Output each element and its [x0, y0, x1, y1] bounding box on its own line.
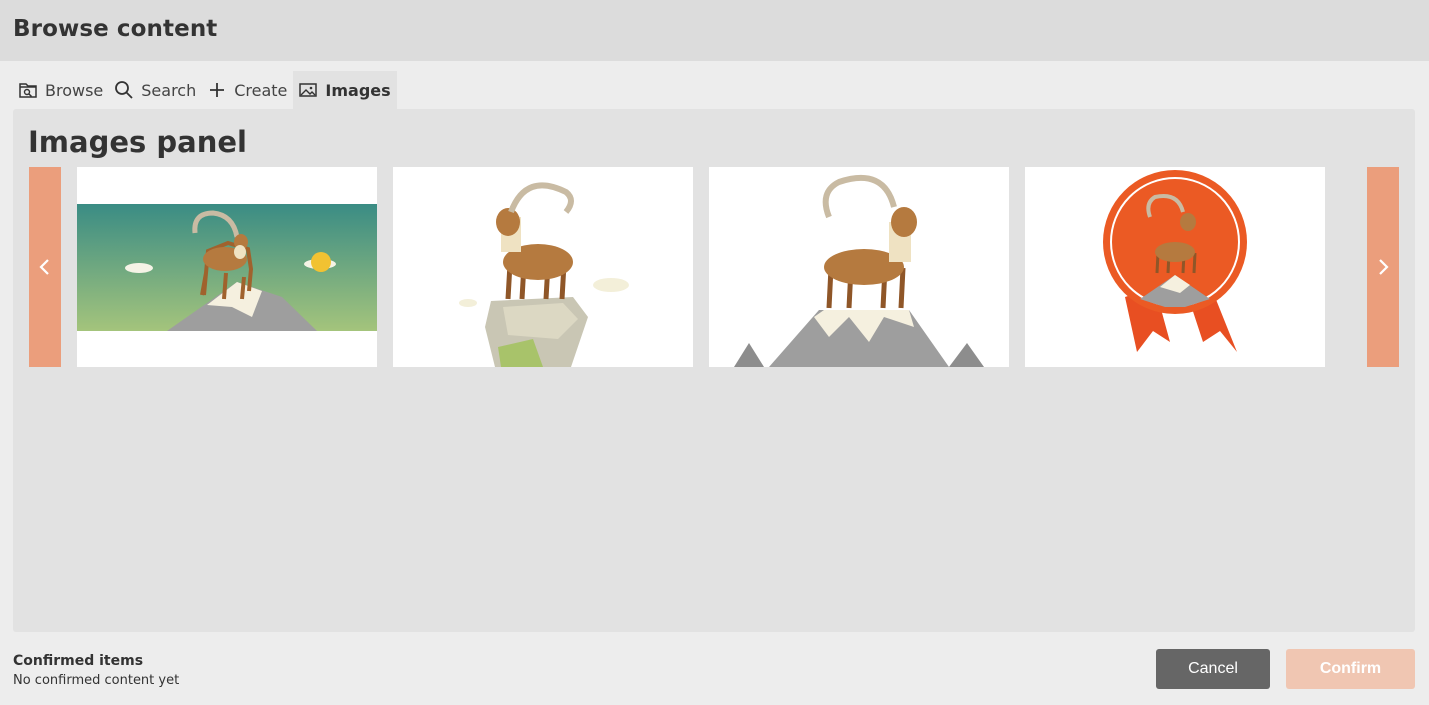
ibex-peak-image — [709, 167, 1009, 367]
chevron-right-icon — [1379, 259, 1389, 275]
tab-create[interactable]: Create — [202, 71, 293, 109]
tab-browse[interactable]: Browse — [13, 71, 109, 109]
tab-images[interactable]: Images — [293, 71, 397, 109]
confirmed-items-empty-text: No confirmed content yet — [13, 673, 180, 688]
tab-search[interactable]: Search — [109, 71, 202, 109]
tab-create-label: Create — [234, 80, 288, 100]
image-thumbnail-1[interactable] — [77, 167, 377, 367]
panel-title: Images panel — [28, 125, 247, 159]
folder-search-icon — [19, 83, 37, 98]
search-icon — [115, 81, 133, 99]
image-icon — [299, 83, 318, 97]
image-thumbnail-4[interactable] — [1025, 167, 1325, 367]
ibex-sky-image — [77, 167, 377, 367]
tab-browse-label: Browse — [45, 80, 104, 100]
image-thumbnail-3[interactable] — [709, 167, 1009, 367]
ibex-rock-image — [393, 167, 693, 367]
image-thumbnail-2[interactable] — [393, 167, 693, 367]
images-panel: Images panel — [13, 109, 1415, 632]
tab-bar: Browse Search Create Images — [13, 71, 397, 109]
carousel-next-button[interactable] — [1367, 167, 1399, 367]
confirm-button[interactable]: Confirm — [1286, 649, 1415, 689]
dialog-header: Browse content — [0, 0, 1429, 61]
tab-images-label: Images — [325, 80, 391, 100]
plus-icon — [210, 83, 225, 97]
carousel-prev-button[interactable] — [29, 167, 61, 367]
cancel-button[interactable]: Cancel — [1156, 649, 1270, 689]
dialog-title: Browse content — [13, 16, 218, 42]
confirmed-items-label: Confirmed items — [13, 653, 144, 669]
chevron-left-icon — [39, 259, 49, 275]
ibex-badge-image — [1025, 167, 1325, 367]
tab-search-label: Search — [141, 80, 197, 100]
